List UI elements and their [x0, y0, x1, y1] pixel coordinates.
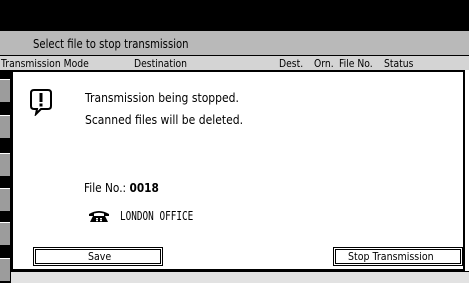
- column-orn: Orn.: [314, 57, 334, 70]
- row-tab[interactable]: [0, 79, 10, 102]
- bottom-band: [11, 272, 469, 283]
- stop-transmission-button[interactable]: Stop Transmission: [333, 247, 463, 266]
- row-tab[interactable]: [0, 153, 10, 176]
- message-line-2: Scanned files will be deleted.: [85, 113, 244, 127]
- column-destination: Destination: [134, 57, 188, 70]
- save-button-label: Save: [88, 250, 112, 263]
- column-dest: Dest.: [279, 57, 304, 70]
- stop-transmission-button-label: Stop Transmission: [348, 250, 434, 263]
- save-button[interactable]: Save: [33, 247, 163, 266]
- row-tab-strip: [0, 70, 11, 283]
- row-tab[interactable]: [0, 188, 10, 211]
- column-transmission-mode: Transmission Mode: [1, 57, 89, 70]
- row-tab[interactable]: [0, 258, 10, 281]
- warning-icon: [30, 89, 52, 116]
- telephone-icon: [89, 211, 109, 222]
- page-title: Select file to stop transmission: [33, 37, 189, 51]
- column-status: Status: [384, 57, 414, 70]
- message-line-1: Transmission being stopped.: [85, 91, 239, 105]
- destination-name: LONDON OFFICE: [120, 209, 194, 223]
- top-bar: [0, 0, 469, 31]
- file-number-value: 0018: [129, 181, 159, 195]
- file-number-row: File No.: 0018: [84, 181, 159, 195]
- row-tab[interactable]: [0, 115, 10, 138]
- column-file-no: File No.: [339, 57, 373, 70]
- file-number-label: File No.:: [84, 181, 127, 195]
- row-tab[interactable]: [0, 222, 10, 245]
